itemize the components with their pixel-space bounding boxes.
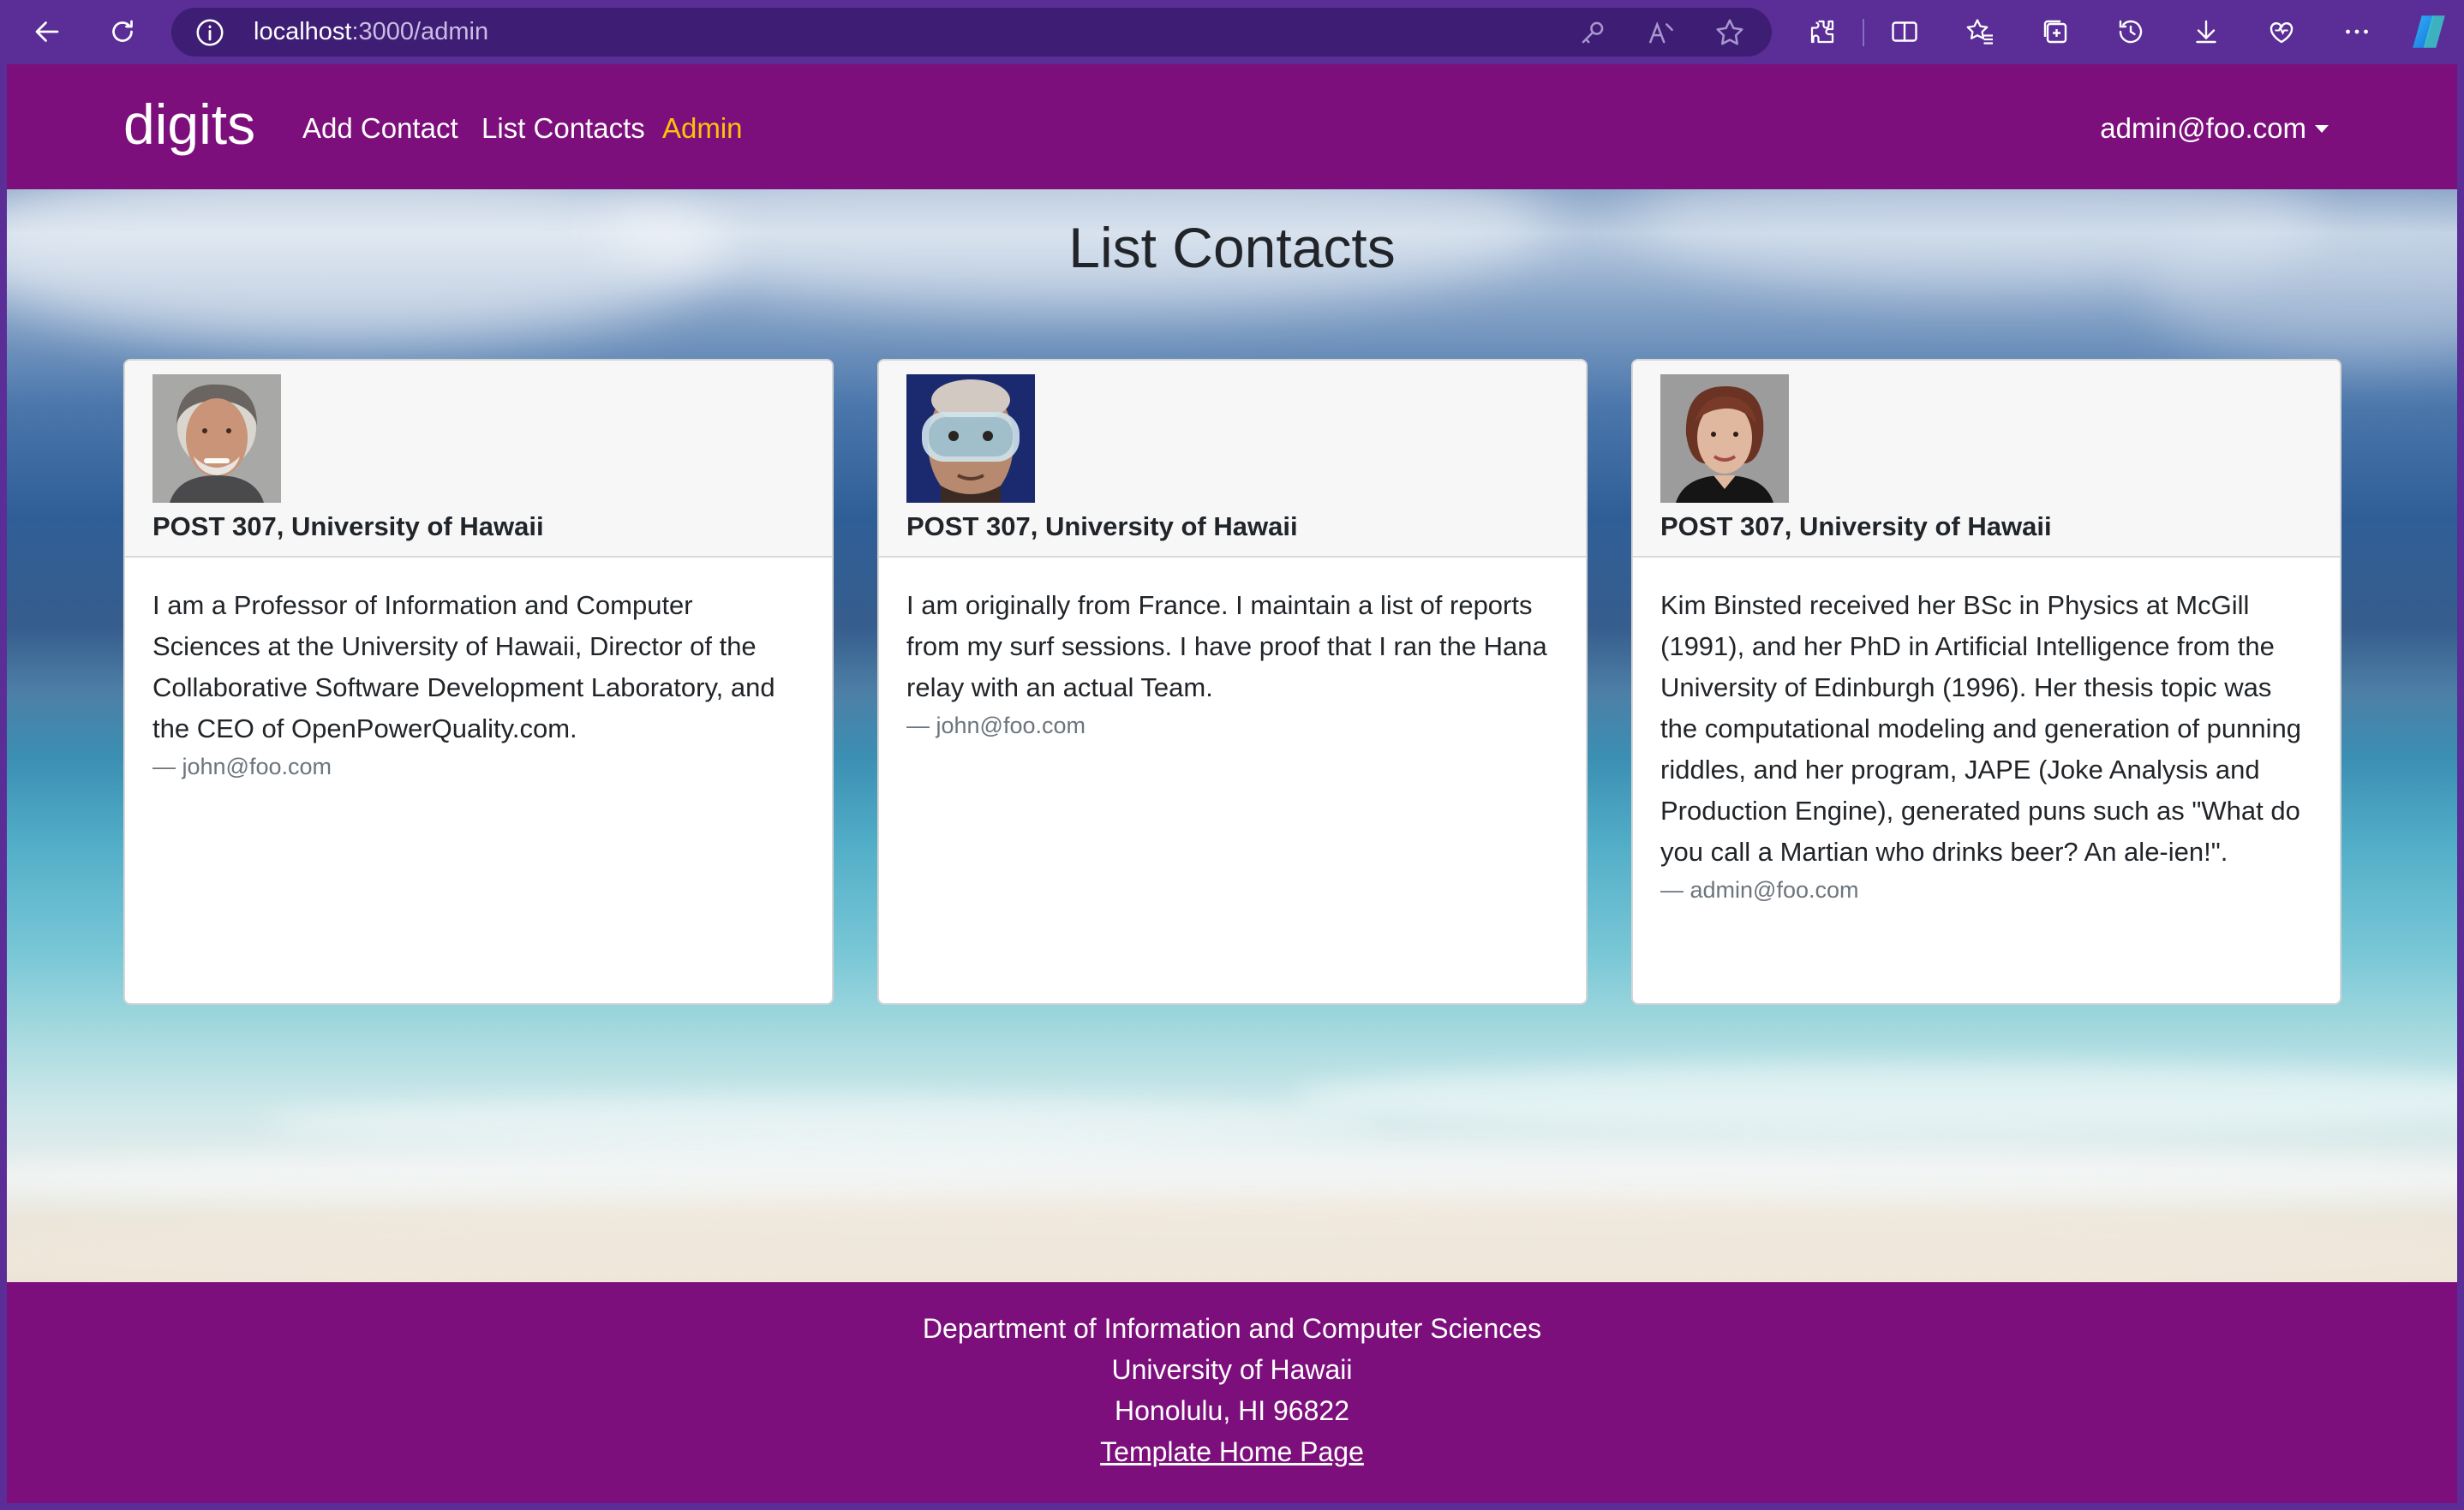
site-info-icon[interactable] [194, 16, 226, 49]
contact-owner: — john@foo.com [906, 713, 1085, 738]
history-icon[interactable] [2109, 10, 2152, 53]
contact-owner: — john@foo.com [153, 754, 332, 779]
browser-toolbar: localhost:3000/admin [0, 0, 2464, 64]
favorites-icon[interactable] [1959, 10, 2001, 53]
card-header: POST 307, University of Hawaii [125, 361, 832, 558]
browser-essentials-icon[interactable] [2260, 10, 2303, 53]
page-title: List Contacts [1068, 216, 1396, 279]
refresh-icon[interactable] [101, 10, 144, 53]
nav-list-contacts[interactable]: List Contacts [481, 109, 645, 148]
back-icon[interactable] [26, 10, 69, 53]
card-body: Kim Binsted received her BSc in Physics … [1660, 585, 2316, 907]
card-header: POST 307, University of Hawaii [879, 361, 1586, 558]
contact-description: Kim Binsted received her BSc in Physics … [1660, 590, 2301, 867]
top-navbar: digits Add Contact List Contacts Admin a… [7, 64, 2457, 189]
password-key-icon[interactable] [1576, 16, 1609, 49]
contact-description: I am originally from France. I maintain … [906, 590, 1547, 702]
contact-address: POST 307, University of Hawaii [1660, 511, 2052, 541]
contact-card: POST 307, University of Hawaii I am orig… [877, 359, 1588, 1005]
template-home-link[interactable]: Template Home Page [7, 1431, 2457, 1472]
beach-background: List Contacts POST 307, University of Ha… [7, 189, 2457, 1282]
contact-address: POST 307, University of Hawaii [906, 511, 1298, 541]
contact-owner: — admin@foo.com [1660, 877, 1859, 903]
extensions-icon[interactable] [1801, 10, 1844, 53]
card-body: I am originally from France. I maintain … [906, 585, 1562, 743]
address-bar[interactable]: localhost:3000/admin [171, 8, 1772, 57]
contact-description: I am a Professor of Information and Comp… [153, 590, 775, 743]
footer-city: Honolulu, HI 96822 [1115, 1395, 1349, 1426]
collections-icon[interactable] [2034, 10, 2077, 53]
split-screen-icon[interactable] [1883, 10, 1926, 53]
nav-admin[interactable]: Admin [662, 109, 743, 148]
user-email: admin@foo.com [2100, 112, 2306, 144]
card-header: POST 307, University of Hawaii [1633, 361, 2340, 558]
footer-university: University of Hawaii [1111, 1354, 1353, 1385]
contact-card: POST 307, University of Hawaii I am a Pr… [123, 359, 834, 1005]
nav-add-contact[interactable]: Add Contact [302, 109, 458, 148]
toolbar-divider [1863, 19, 1864, 46]
user-dropdown[interactable]: admin@foo.com [2100, 109, 2329, 148]
card-body: I am a Professor of Information and Comp… [153, 585, 808, 784]
read-aloud-icon[interactable] [1645, 16, 1678, 49]
more-menu-icon[interactable] [2335, 10, 2378, 53]
contact-photo [1660, 374, 1789, 503]
copilot-icon[interactable] [2407, 10, 2450, 53]
url-text[interactable]: localhost:3000/admin [254, 8, 488, 57]
contact-photo [906, 374, 1035, 503]
contact-card: POST 307, University of Hawaii Kim Binst… [1631, 359, 2341, 1005]
caret-down-icon [2315, 125, 2329, 133]
downloads-icon[interactable] [2185, 10, 2228, 53]
contact-address: POST 307, University of Hawaii [153, 511, 544, 541]
footer-department: Department of Information and Computer S… [922, 1313, 1542, 1344]
favorite-star-icon[interactable] [1713, 16, 1746, 49]
brand-logo[interactable]: digits [123, 90, 255, 158]
page-viewport: digits Add Contact List Contacts Admin a… [7, 64, 2457, 1503]
page-footer: Department of Information and Computer S… [7, 1282, 2457, 1503]
contact-photo [153, 374, 281, 503]
